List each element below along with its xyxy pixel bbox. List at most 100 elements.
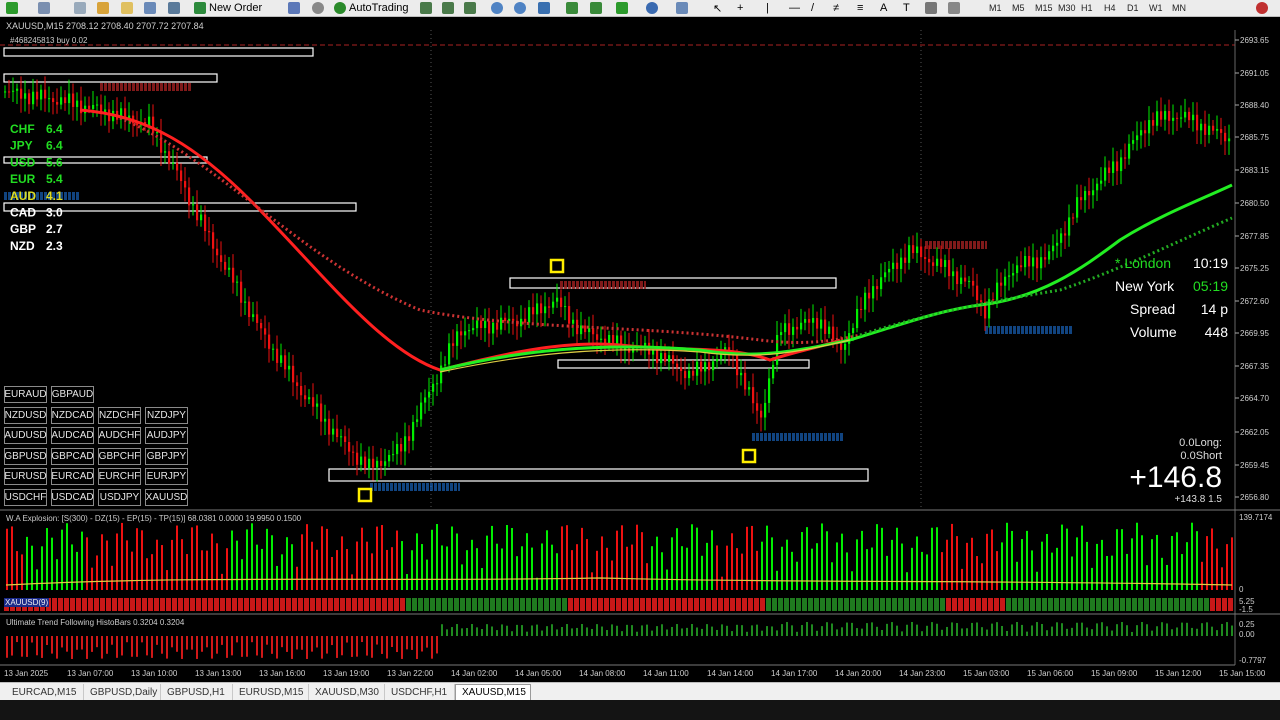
candle-body [972, 280, 975, 286]
strength-strip-cell [370, 598, 375, 611]
zoom-out-icon[interactable] [514, 0, 529, 16]
timeframe-m1[interactable]: M1 [989, 0, 1002, 16]
symbol-button-eurchf[interactable]: EURCHF [98, 468, 141, 486]
trend-histobar [441, 624, 443, 636]
market-icon[interactable] [312, 0, 327, 16]
chart-shift-icon[interactable] [566, 0, 581, 16]
chart-tab[interactable]: EURCAD,M15 [6, 684, 84, 700]
alert-icon[interactable] [1256, 0, 1271, 16]
symbol-button-gbpjpy[interactable]: GBPJPY [145, 447, 188, 465]
timeframe-d1[interactable]: D1 [1127, 0, 1139, 16]
symbol-button-audcad[interactable]: AUDCAD [51, 427, 94, 445]
wa-histogram-bar [846, 552, 848, 590]
strength-strip-cell [1096, 598, 1101, 611]
timeframe-h4[interactable]: H4 [1104, 0, 1116, 16]
symbol-button-gbpchf[interactable]: GBPCHF [98, 447, 141, 465]
zoom-in-icon[interactable] [491, 0, 506, 16]
fibonacci-icon[interactable]: ≡ [857, 0, 863, 16]
wa-histogram-bar [931, 527, 933, 590]
symbol-button-usdcad[interactable]: USDCAD [51, 489, 94, 506]
symbol-button-nzdjpy[interactable]: NZDJPY [145, 406, 188, 424]
trendline-icon[interactable]: / [811, 0, 814, 16]
bar-chart-icon[interactable] [420, 0, 435, 16]
vertical-line-icon[interactable]: | [766, 0, 769, 16]
symbol-button-audchf[interactable]: AUDCHF [98, 427, 141, 445]
symbol-button-gbpcad[interactable]: GBPCAD [51, 447, 94, 465]
indicators-icon[interactable] [616, 0, 631, 16]
trend-histobar [611, 624, 613, 636]
candle-body [780, 332, 783, 336]
candle-body [616, 335, 619, 345]
new-order-button[interactable]: New Order [194, 0, 262, 16]
strength-strip-cell [868, 598, 873, 611]
symbol-button-gbpaud[interactable]: GBPAUD [51, 386, 94, 403]
symbol-button-euraud[interactable]: EURAUD [4, 386, 47, 403]
timeframe-m15[interactable]: M15 [1035, 0, 1053, 16]
new-chart-icon[interactable] [6, 0, 21, 16]
symbol-button-eurjpy[interactable]: EURJPY [145, 468, 188, 486]
strength-strip-cell [1138, 598, 1143, 611]
channel-icon[interactable]: ≠ [833, 0, 839, 16]
symbol-button-nzdchf[interactable]: NZDCHF [98, 406, 141, 424]
text-tool-icon[interactable]: A [880, 0, 887, 16]
chart-props-icon[interactable] [74, 0, 89, 16]
templates-icon[interactable] [676, 0, 691, 16]
timeframe-w1[interactable]: W1 [1149, 0, 1163, 16]
symbol-button-usdchf[interactable]: USDCHF [4, 489, 47, 506]
candle-body [548, 306, 551, 308]
metaeditor-icon[interactable] [288, 0, 303, 16]
tester-icon[interactable] [168, 0, 183, 16]
candle-body [100, 104, 103, 112]
symbol-button-audusd[interactable]: AUDUSD [4, 427, 47, 445]
trend-histobar [996, 622, 998, 636]
chart-tab[interactable]: GBPUSD,Daily [84, 684, 161, 700]
symbol-button-usdjpy[interactable]: USDJPY [98, 489, 141, 506]
symbol-button-eurusd[interactable]: EURUSD [4, 468, 47, 486]
chart-tab[interactable]: XAUUSD,M30 [309, 684, 385, 700]
trend-histobar [771, 626, 773, 636]
tile-windows-icon[interactable] [538, 0, 553, 16]
shapes-icon[interactable] [948, 0, 963, 16]
autotrading-button[interactable]: AutoTrading [334, 0, 409, 16]
navigator-icon[interactable] [121, 0, 136, 16]
terminal-icon[interactable] [144, 0, 159, 16]
candle-body [888, 268, 891, 273]
line-chart-icon[interactable] [464, 0, 479, 16]
wa-histogram-bar [951, 523, 953, 590]
arrows-icon[interactable] [925, 0, 940, 16]
symbol-button-nzdcad[interactable]: NZDCAD [51, 406, 94, 424]
candle-chart-icon[interactable] [442, 0, 457, 16]
crosshair-icon[interactable]: + [737, 0, 743, 16]
symbol-button-nzdusd[interactable]: NZDUSD [4, 406, 47, 424]
timeframe-h1[interactable]: H1 [1081, 0, 1093, 16]
wa-histogram-bar [1186, 542, 1188, 590]
chart-tab[interactable]: USDCHF,H1 [385, 684, 455, 700]
trend-histobar [1176, 627, 1178, 636]
horizontal-line-icon[interactable]: — [789, 0, 800, 16]
wa-histogram-bar [1046, 533, 1048, 590]
periods-icon[interactable] [646, 0, 661, 16]
chart-tab[interactable]: EURUSD,M15 [233, 684, 309, 700]
strength-strip-cell [694, 598, 699, 611]
symbol-button-audjpy[interactable]: AUDJPY [145, 427, 188, 445]
profiles-icon[interactable] [38, 0, 53, 16]
timeframe-m5[interactable]: M5 [1012, 0, 1025, 16]
market-watch-icon[interactable] [97, 0, 112, 16]
chart-tab[interactable]: GBPUSD,H1 [161, 684, 233, 700]
cursor-icon[interactable]: ↖ [713, 0, 722, 16]
trend-histobar [526, 631, 528, 636]
timeframe-mn[interactable]: MN [1172, 0, 1186, 16]
symbol-button-gbpusd[interactable]: GBPUSD [4, 447, 47, 465]
candle-body [260, 322, 263, 329]
strength-strip-cell [292, 598, 297, 611]
symbol-button-xauusd[interactable]: XAUUSD [145, 489, 188, 506]
autoscroll-icon[interactable] [590, 0, 605, 16]
chart-tab[interactable]: XAUUSD,M15 [455, 684, 531, 700]
text-label-icon[interactable]: T [903, 0, 910, 16]
strength-strip-cell [412, 598, 417, 611]
timeframe-m30[interactable]: M30 [1058, 0, 1076, 16]
symbol-button-eurcad[interactable]: EURCAD [51, 468, 94, 486]
trend-histobar [1221, 623, 1223, 636]
candle-body [332, 428, 335, 435]
price-chart[interactable]: 2693.65 2691.05 2688.40 2685.75 2683.15 2680.… [0, 17, 1280, 681]
